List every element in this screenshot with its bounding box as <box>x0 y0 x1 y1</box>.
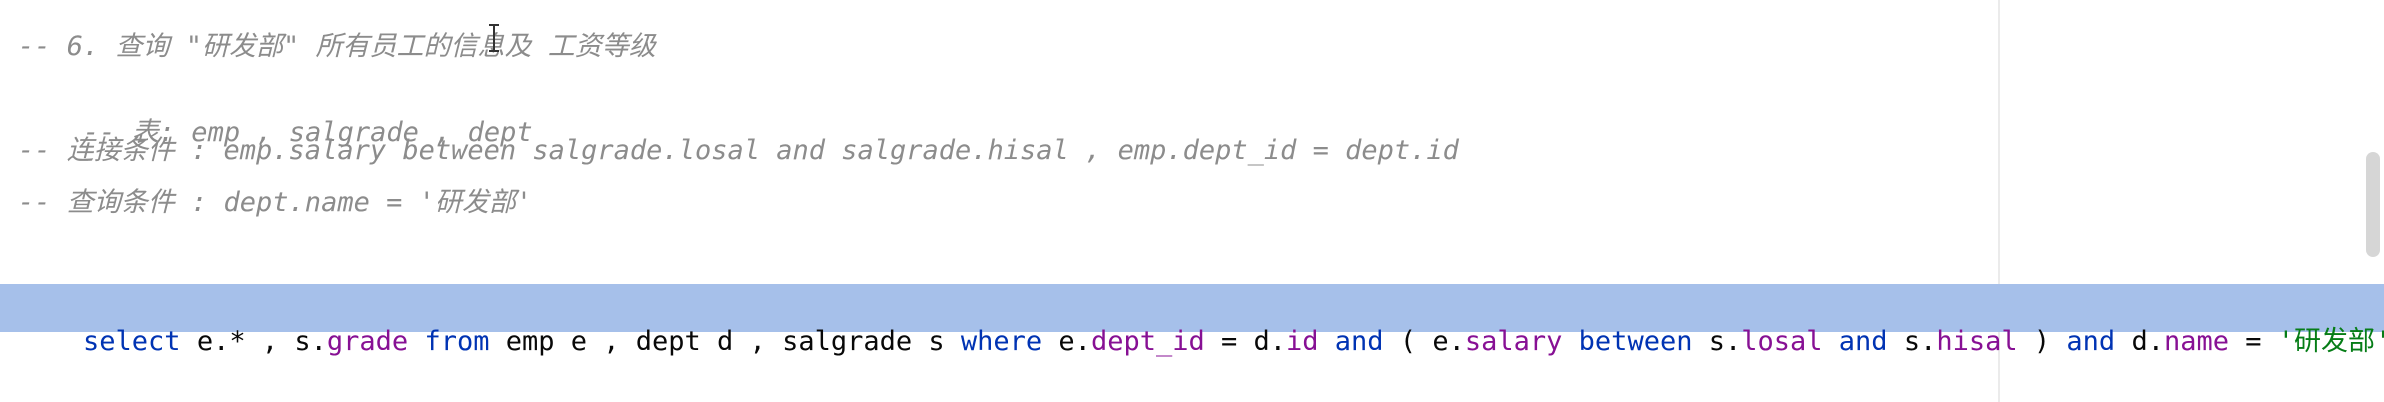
column-name: name <box>2163 326 2230 357</box>
sql-space <box>1823 326 1839 357</box>
sql-text: = <box>2229 326 2278 357</box>
sql-text: e. <box>1042 326 1091 357</box>
code-editor[interactable]: -- 6. 查询 "研发部" 所有员工的信息及 工资等级 -- 表: emp ,… <box>0 0 2384 402</box>
keyword-between: between <box>1578 326 1693 357</box>
keyword-and: and <box>1838 326 1888 357</box>
column-id: id <box>1286 326 1319 357</box>
sql-statement-line[interactable]: select e.* , s.grade from emp e , dept d… <box>18 291 2384 357</box>
keyword-and: and <box>1334 326 1384 357</box>
keyword-select: select <box>83 326 181 357</box>
column-grade: grade <box>326 326 409 357</box>
scrollbar-thumb[interactable] <box>2366 152 2380 257</box>
sql-text: d. <box>2115 326 2164 357</box>
vertical-scrollbar[interactable] <box>2362 0 2384 402</box>
sql-text: e.* , s. <box>180 326 327 357</box>
keyword-and: and <box>2066 326 2116 357</box>
column-losal: losal <box>1741 326 1823 357</box>
keyword-from: from <box>424 326 490 357</box>
text-cursor-icon <box>489 24 499 52</box>
comment-line-1: -- 6. 查询 "研发部" 所有员工的信息及 工资等级 <box>18 31 656 62</box>
column-dept-id: dept_id <box>1090 326 1205 357</box>
sql-text: s. <box>1887 326 1937 357</box>
sql-text: s. <box>1692 326 1742 357</box>
sql-space <box>1562 326 1578 357</box>
sql-tables: emp e , dept d , salgrade s <box>489 326 961 357</box>
sql-text: ) <box>2017 326 2067 357</box>
comment-line-4: -- 查询条件 : dept.name = '研发部' <box>18 187 533 218</box>
sql-space <box>408 326 424 357</box>
sql-space <box>1319 326 1335 357</box>
column-hisal: hisal <box>1936 326 2018 357</box>
column-salary: salary <box>1464 326 1563 357</box>
sql-text: = d. <box>1204 326 1287 357</box>
keyword-where: where <box>960 326 1043 357</box>
comment-line-3: -- 连接条件 : emp.salary between salgrade.lo… <box>18 135 1459 166</box>
sql-text: ( e. <box>1383 326 1465 357</box>
comment-line-2: -- 表: emp , salgrade , dept <box>18 82 533 148</box>
